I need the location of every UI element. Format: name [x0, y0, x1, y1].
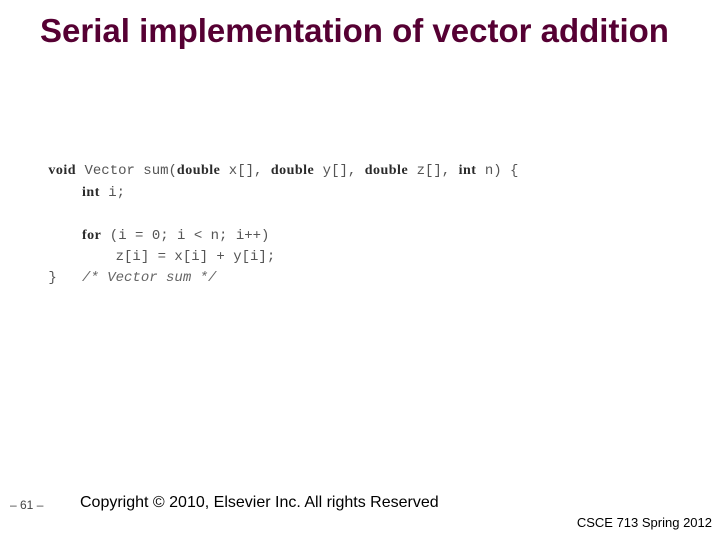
- kw-for: for: [82, 228, 101, 243]
- kw-void: void: [48, 163, 76, 178]
- code-text: [40, 185, 82, 201]
- code-text: y[],: [314, 163, 364, 179]
- code-text: i;: [100, 185, 125, 201]
- copyright-text: Copyright © 2010, Elsevier Inc. All righ…: [80, 494, 439, 512]
- code-text: }: [40, 270, 82, 286]
- kw-double: double: [271, 163, 314, 178]
- page-number: – 61 –: [10, 498, 43, 512]
- code-text: [40, 206, 48, 222]
- code-text: (i = 0; i < n; i++): [101, 228, 269, 244]
- kw-double: double: [177, 163, 220, 178]
- code-block: void Vector sum(double x[], double y[], …: [40, 160, 680, 289]
- slide-title: Serial implementation of vector addition: [40, 12, 680, 50]
- code-text: Vector sum(: [76, 163, 177, 179]
- slide: Serial implementation of vector addition…: [0, 0, 720, 540]
- code-text: z[i] = x[i] + y[i];: [40, 249, 275, 265]
- kw-int: int: [459, 163, 477, 178]
- code-text: [40, 228, 82, 244]
- code-text: n) {: [476, 163, 518, 179]
- code-text: x[],: [220, 163, 270, 179]
- code-comment: /* Vector sum */: [82, 270, 216, 286]
- code-text: z[],: [408, 163, 458, 179]
- kw-int: int: [82, 185, 100, 200]
- kw-double: double: [365, 163, 408, 178]
- course-label: CSCE 713 Spring 2012: [577, 515, 712, 530]
